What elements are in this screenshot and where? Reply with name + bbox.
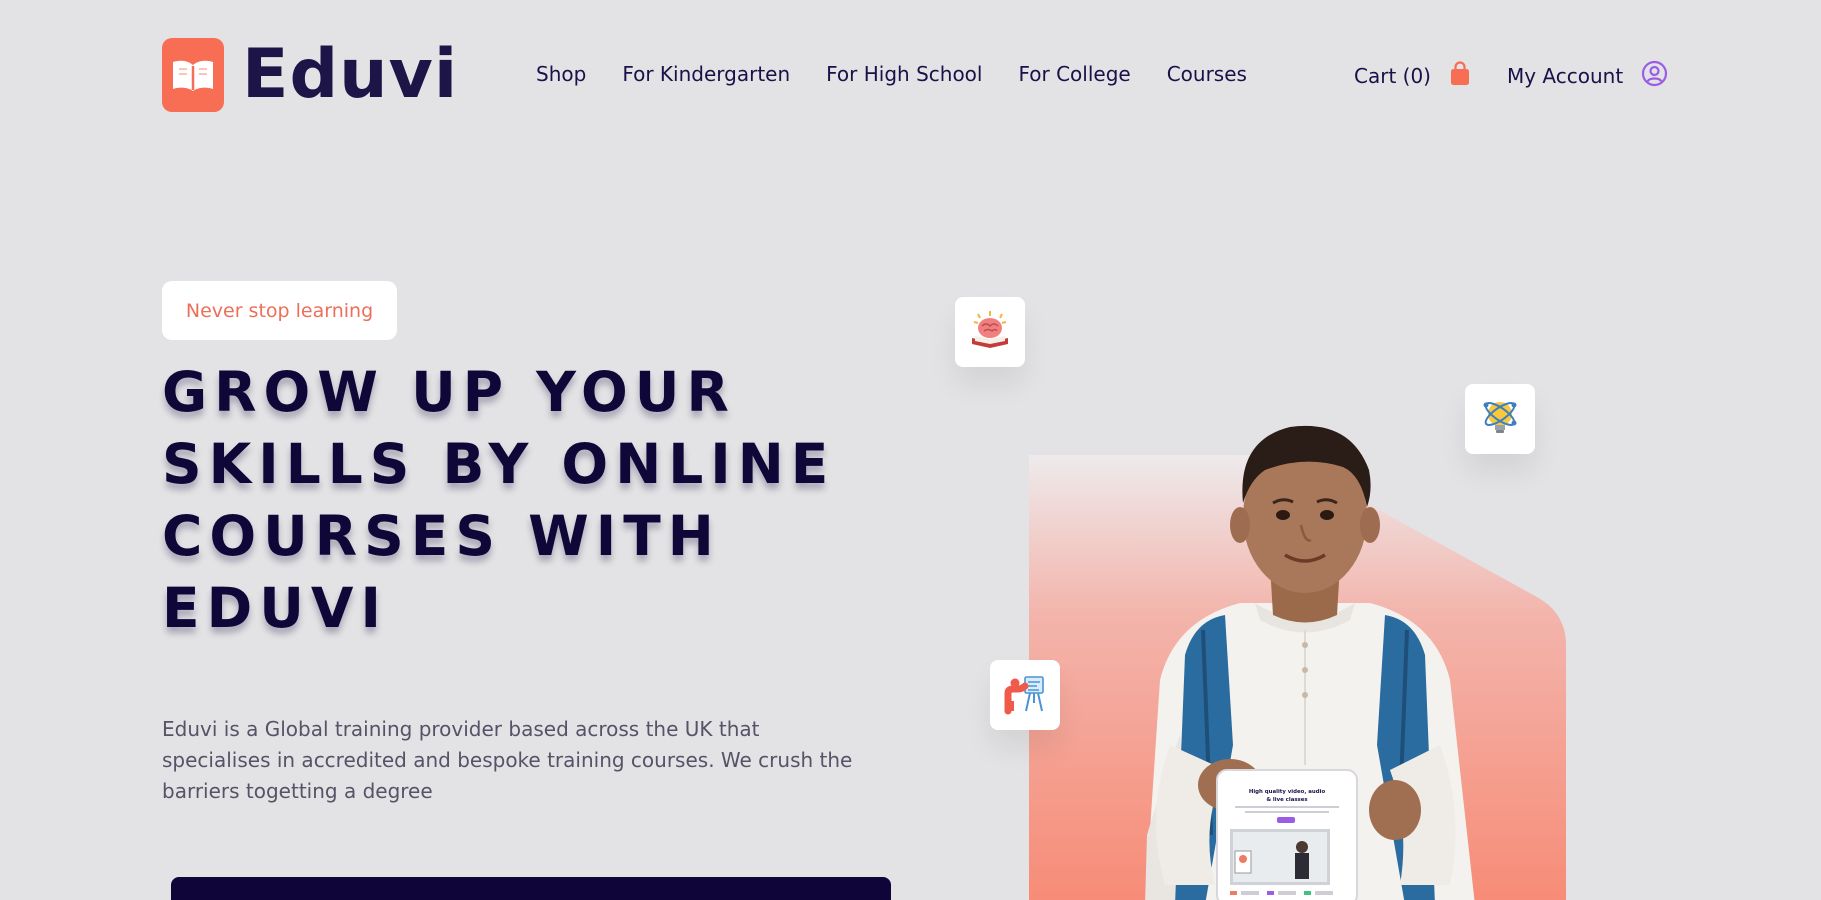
brand-logo[interactable]: Eduvi: [162, 38, 458, 112]
tagline-badge: Never stop learning: [162, 281, 397, 340]
headline-line: GROW UP YOUR: [162, 360, 736, 424]
brain-book-card: [955, 297, 1025, 367]
tablet-title: High quality video, audio: [1249, 789, 1326, 795]
shopping-bag-icon: [1449, 60, 1471, 92]
teacher-board-icon: [1003, 671, 1047, 719]
teacher-board-card: [990, 660, 1060, 730]
description-line: specialises in accredited and bespoke tr…: [162, 748, 853, 772]
brain-book-icon: [968, 308, 1012, 356]
user-circle-icon: [1641, 60, 1668, 92]
nav-item-for-kindergarten[interactable]: For Kindergarten: [622, 62, 790, 86]
brand-name: Eduvi: [242, 35, 459, 114]
tablet-title: & live classes: [1266, 797, 1307, 803]
main-nav: Shop For Kindergarten For High School Fo…: [536, 62, 1247, 86]
cart-button[interactable]: Cart (0): [1354, 60, 1471, 92]
account-label: My Account: [1506, 64, 1624, 88]
headline-line: SKILLS BY ONLINE: [162, 432, 836, 496]
nav-item-courses[interactable]: Courses: [1167, 62, 1247, 86]
headline-line: EDUVI: [162, 576, 388, 640]
description-line: barriers togetting a degree: [162, 779, 433, 803]
nav-item-shop[interactable]: Shop: [536, 62, 586, 86]
lightbulb-atom-icon: [1478, 395, 1522, 443]
student-photo: High quality video, audio & live classes: [1145, 425, 1475, 900]
hero-description: Eduvi is a Global training provider base…: [162, 714, 902, 807]
headline-line: COURSES WITH: [162, 504, 721, 568]
lightbulb-atom-card: [1465, 384, 1535, 454]
header-actions: Cart (0) My Account: [1354, 60, 1668, 92]
hero-headline: GROW UP YOUR SKILLS BY ONLINE COURSES WI…: [162, 356, 836, 644]
cart-label: Cart (0): [1354, 64, 1431, 88]
nav-item-for-high-school[interactable]: For High School: [826, 62, 982, 86]
description-line: Eduvi is a Global training provider base…: [162, 717, 760, 741]
nav-item-for-college[interactable]: For College: [1018, 62, 1130, 86]
open-book-icon: [162, 38, 224, 112]
cta-button[interactable]: [171, 877, 891, 900]
my-account-button[interactable]: My Account: [1507, 60, 1668, 92]
